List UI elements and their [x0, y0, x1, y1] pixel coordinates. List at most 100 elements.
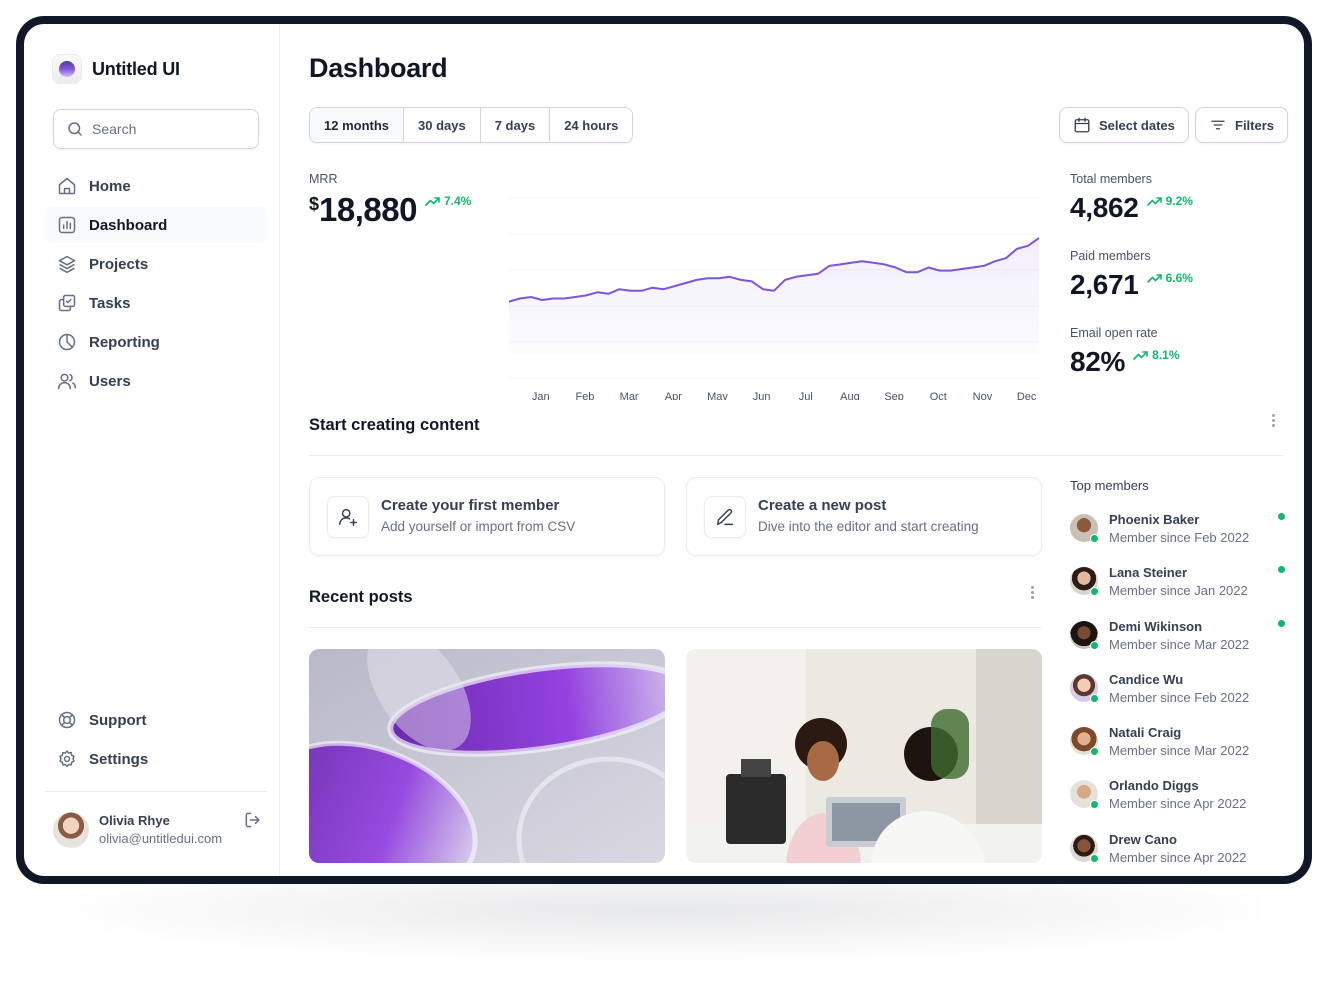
- x-tick-label: Aug: [840, 391, 860, 400]
- list-item[interactable]: Natali Craig Member since Mar 2022: [1070, 724, 1285, 777]
- sidebar-item-label: Reporting: [89, 333, 160, 351]
- stat-delta-value: 8.1%: [1152, 348, 1180, 362]
- tab-24-hours[interactable]: 24 hours: [550, 108, 633, 142]
- mrr-chart: Jan Feb Mar Apr May Jun Jul Aug Sep Oct Nov Dec: [509, 197, 1040, 400]
- trend-up-icon: [1133, 351, 1148, 360]
- filter-lines-icon: [1211, 120, 1225, 130]
- more-vertical-icon[interactable]: [1031, 586, 1035, 600]
- online-indicator: [1090, 747, 1099, 757]
- tab-7-days[interactable]: 7 days: [480, 108, 551, 142]
- create-post-card[interactable]: Create a new post Dive into the editor a…: [686, 477, 1042, 556]
- online-indicator: [1090, 534, 1099, 543]
- more-vertical-icon[interactable]: [1272, 414, 1276, 428]
- top-members: Top members Phoenix Baker Member since F…: [1070, 478, 1285, 876]
- tab-12-months[interactable]: 12 months: [310, 108, 405, 142]
- filters-button[interactable]: Filters: [1195, 107, 1289, 143]
- mrr-value: 18,880: [319, 191, 417, 228]
- x-tick-label: Jan: [532, 391, 550, 400]
- member-since: Member since Feb 2022: [1109, 689, 1250, 705]
- sidebar-item-settings[interactable]: Settings: [45, 741, 267, 777]
- pie-chart-icon: [58, 333, 76, 351]
- stat-delta: 9.2%: [1146, 194, 1193, 208]
- page-title: Dashboard: [309, 53, 448, 83]
- chart-area: [509, 238, 1039, 354]
- x-tick-label: Oct: [930, 391, 947, 400]
- avatar: [1070, 620, 1099, 650]
- avatar: [1070, 567, 1099, 597]
- stat-paid-members: Paid members 2,671 6.6%: [1070, 249, 1270, 326]
- user-profile[interactable]: Olivia Rhye olivia@untitledui.com: [53, 812, 263, 848]
- x-tick-label: Jul: [799, 391, 813, 400]
- stat-delta: 8.1%: [1133, 348, 1180, 362]
- card-subtitle: Add yourself or import from CSV: [381, 519, 576, 534]
- x-tick-label: Feb: [575, 391, 594, 400]
- x-tick-label: Dec: [1017, 391, 1037, 400]
- create-member-card[interactable]: Create your first member Add yourself or…: [309, 477, 665, 556]
- card-title: Create your first member: [381, 497, 560, 514]
- online-indicator: [1090, 640, 1099, 650]
- active-status-dot: [1278, 619, 1285, 627]
- sidebar-item-home[interactable]: Home: [45, 168, 267, 204]
- stat-label: Total members: [1070, 172, 1152, 186]
- sidebar-item-label: Home: [89, 177, 131, 195]
- sidebar-item-label: Support: [89, 711, 147, 729]
- card-icon-wrap: [704, 495, 746, 538]
- gear-icon: [59, 750, 75, 768]
- mrr-metric: MRR $ 18,880 7.4%: [309, 172, 471, 228]
- sidebar-item-reporting[interactable]: Reporting: [45, 324, 267, 360]
- member-name: Natali Craig: [1109, 725, 1182, 741]
- mrr-delta: 7.4%: [425, 194, 471, 208]
- sidebar-item-label: Dashboard: [89, 216, 168, 234]
- sidebar-item-tasks[interactable]: Tasks: [45, 285, 267, 321]
- stat-value: 4,862: [1070, 192, 1139, 223]
- content-section-title: Start creating content: [309, 416, 480, 434]
- sidebar-item-label: Users: [89, 372, 131, 390]
- date-range-tabs: 12 months 30 days 7 days 24 hours: [309, 107, 634, 143]
- log-out-icon[interactable]: [243, 810, 263, 830]
- member-since: Member since Apr 2022: [1109, 796, 1247, 812]
- member-name: Demi Wikinson: [1109, 618, 1203, 634]
- search-input[interactable]: [92, 121, 242, 137]
- list-item[interactable]: Orlando Diggs Member since Apr 2022: [1070, 777, 1285, 830]
- select-dates-button[interactable]: Select dates: [1059, 107, 1189, 143]
- list-item[interactable]: Candice Wu Member since Feb 2022: [1070, 671, 1285, 724]
- sidebar-item-projects[interactable]: Projects: [45, 246, 267, 282]
- post-image-abstract[interactable]: [309, 649, 665, 863]
- search-box[interactable]: [53, 109, 259, 149]
- post-image-office[interactable]: [686, 649, 1042, 863]
- stat-total-members: Total members 4,862 9.2%: [1070, 172, 1270, 249]
- active-status-dot: [1278, 566, 1285, 574]
- list-item[interactable]: Lana Steiner Member since Jan 2022: [1070, 564, 1285, 617]
- user-email: olivia@untitledui.com: [99, 831, 223, 846]
- sidebar-item-support[interactable]: Support: [45, 702, 267, 738]
- x-tick-label: Nov: [973, 391, 993, 400]
- list-item[interactable]: Phoenix Baker Member since Feb 2022: [1070, 511, 1285, 564]
- online-indicator: [1090, 853, 1099, 863]
- x-tick-label: May: [707, 391, 728, 400]
- list-item[interactable]: Drew Cano Member since Apr 2022: [1070, 831, 1285, 876]
- search-icon: [68, 122, 82, 136]
- avatar: [1070, 780, 1099, 810]
- trend-up-icon: [1146, 197, 1162, 206]
- users-icon: [57, 373, 77, 390]
- x-tick-label: Apr: [665, 391, 682, 400]
- online-indicator: [1090, 693, 1099, 703]
- sidebar-item-users[interactable]: Users: [45, 363, 267, 399]
- section-divider: [309, 627, 1041, 628]
- avatar: [1070, 833, 1099, 863]
- member-name: Orlando Diggs: [1109, 778, 1199, 794]
- sidebar-item-label: Tasks: [89, 294, 131, 312]
- main-content: Dashboard 12 months 30 days 7 days 24 ho…: [281, 24, 1304, 876]
- select-dates-label: Select dates: [1099, 117, 1175, 133]
- tab-30-days[interactable]: 30 days: [404, 108, 481, 142]
- list-item[interactable]: Demi Wikinson Member since Mar 2022: [1070, 618, 1285, 671]
- avatar[interactable]: [53, 812, 89, 848]
- main-nav: Home Dashboard Projects Tasks Reporting: [45, 168, 267, 402]
- stat-email-open-rate: Email open rate 82% 8.1%: [1070, 326, 1270, 403]
- brand[interactable]: Untitled UI: [52, 54, 180, 84]
- section-divider: [309, 455, 1284, 456]
- avatar: [1070, 673, 1099, 703]
- bar-chart-icon: [58, 216, 76, 234]
- stat-value: 82%: [1070, 346, 1126, 377]
- sidebar-item-dashboard[interactable]: Dashboard: [45, 207, 267, 243]
